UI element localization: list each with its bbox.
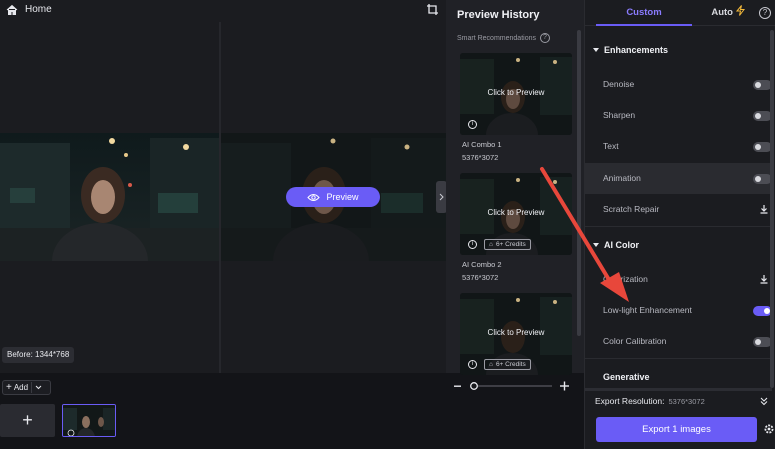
credits-icon: ⌂: [489, 361, 493, 368]
history-card-resolution: 5376*3072: [462, 273, 499, 282]
history-card-resolution: 5376*3072: [462, 153, 499, 162]
export-resolution-label: Export Resolution:: [595, 396, 665, 406]
option-label: Sharpen: [603, 110, 636, 120]
add-image-tile[interactable]: +: [0, 404, 55, 437]
add-separator: [31, 382, 33, 393]
section-divider: [585, 358, 772, 359]
credits-badge: ⌂ 6+ Credits: [484, 359, 531, 370]
option-denoise: Denoise: [585, 69, 772, 100]
credits-label: 6+ Credits: [495, 361, 526, 368]
mode-tabs: Custom Auto ?: [585, 0, 775, 26]
enhancements-header[interactable]: Enhancements: [593, 45, 668, 55]
section-divider: [585, 388, 772, 391]
gear-icon[interactable]: [763, 423, 775, 435]
zoom-out-icon: [454, 385, 461, 387]
option-sharpen: Sharpen: [585, 100, 772, 131]
section-divider: [585, 226, 772, 227]
option-label: Text: [603, 141, 619, 151]
click-to-preview-label: Click to Preview: [487, 88, 545, 97]
info-icon[interactable]: i: [468, 120, 477, 129]
smart-recommendations-label: Smart Recommendations: [457, 34, 536, 42]
preview-label: Preview: [326, 192, 359, 202]
help-icon[interactable]: ?: [759, 7, 771, 19]
chevron-down-icon[interactable]: [35, 385, 42, 390]
tab-auto-label: Auto: [711, 7, 733, 18]
preview-history-title: Preview History: [457, 9, 540, 21]
help-icon[interactable]: ?: [539, 33, 550, 43]
settings-scrollbar[interactable]: [770, 30, 774, 388]
tab-custom[interactable]: Custom: [596, 0, 692, 26]
export-button[interactable]: Export 1 images: [596, 417, 757, 442]
add-button-label: Add: [13, 383, 29, 392]
option-label: Animation: [603, 173, 641, 183]
caret-down-icon: [593, 48, 599, 52]
chevron-right-icon: [439, 193, 444, 201]
home-icon[interactable]: [6, 4, 18, 16]
history-card-name: AI Combo 2: [462, 260, 502, 269]
settings-panel: Custom Auto ? Enhancements Denoise Sharp…: [584, 0, 775, 449]
option-scratch-repair: Scratch Repair: [585, 194, 772, 225]
enhancements-title: Enhancements: [604, 45, 669, 55]
ai-color-title: AI Color: [604, 240, 639, 250]
history-card-3[interactable]: Click to Preview i ⌂ 6+ Credits: [460, 293, 572, 375]
history-card-name: AI Combo 1: [462, 140, 502, 149]
click-to-preview-label: Click to Preview: [487, 208, 545, 217]
info-icon[interactable]: i: [468, 360, 477, 369]
image-thumbnail[interactable]: [62, 404, 116, 437]
preview-button[interactable]: Preview: [286, 187, 380, 207]
history-card-1[interactable]: Click to Preview i: [460, 53, 572, 135]
generative-header[interactable]: Generative: [603, 372, 650, 382]
history-scrollbar[interactable]: [577, 30, 581, 336]
click-to-preview-label: Click to Preview: [487, 328, 545, 337]
plus-icon: +: [6, 382, 12, 393]
option-label: Low-light Enhancement: [603, 305, 692, 315]
history-card-2[interactable]: Click to Preview i ⌂ 6+ Credits: [460, 173, 572, 255]
info-icon[interactable]: i: [468, 240, 477, 249]
credits-icon: ⌂: [489, 241, 493, 248]
lightning-icon: [735, 5, 745, 16]
export-resolution-value: 5376*3072: [668, 397, 705, 406]
crop-icon[interactable]: [426, 3, 440, 17]
generative-title: Generative: [603, 372, 650, 382]
option-label: Denoise: [603, 79, 635, 89]
download-icon[interactable]: [759, 204, 769, 214]
option-text: Text: [585, 131, 772, 162]
image-viewer: Home Preview Before: 1344*768: [0, 0, 447, 373]
option-colorization: Colorization: [585, 264, 772, 295]
before-size-badge: Before: 1344*768: [2, 347, 75, 363]
credits-label: 6+ Credits: [495, 241, 526, 248]
add-dropdown[interactable]: + Add: [2, 380, 51, 395]
option-label: Colorization: [603, 274, 648, 284]
option-label: Scratch Repair: [603, 204, 660, 214]
chevron-double-down-icon[interactable]: [759, 396, 769, 406]
home-link[interactable]: Home: [25, 4, 52, 15]
caret-down-icon: [593, 243, 599, 247]
download-icon[interactable]: [759, 274, 769, 284]
eye-icon: [307, 193, 321, 201]
option-color-calibration: Color Calibration: [585, 326, 772, 357]
viewer-topbar: Home: [0, 0, 446, 22]
option-animation: Animation: [585, 163, 772, 194]
tab-auto[interactable]: Auto: [703, 0, 753, 26]
zoom-control[interactable]: [452, 380, 572, 392]
export-resolution: Export Resolution: 5376*3072: [595, 396, 705, 406]
credits-badge: ⌂ 6+ Credits: [484, 239, 531, 250]
thumbnail-image: [63, 405, 115, 436]
before-image: [0, 133, 219, 261]
zoom-slider-thumb: [470, 382, 478, 390]
plus-icon: +: [22, 410, 33, 430]
ai-color-header[interactable]: AI Color: [593, 240, 639, 250]
option-label: Color Calibration: [603, 336, 667, 346]
smart-recommendations: Smart Recommendations ?: [457, 33, 550, 43]
preview-history-panel: Preview History Smart Recommendations ? …: [446, 0, 584, 375]
option-low-light-enhancement: Low-light Enhancement: [585, 295, 772, 326]
